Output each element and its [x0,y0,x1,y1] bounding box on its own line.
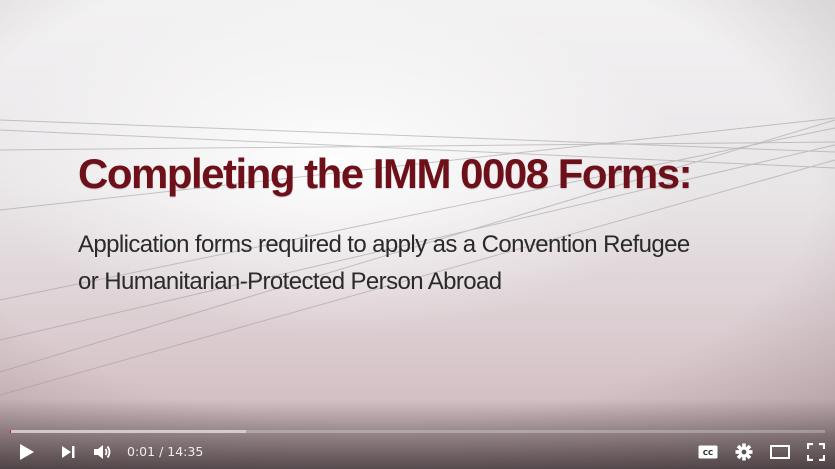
time-separator: / [159,444,164,459]
progress-played [10,430,11,433]
time-display: 0:01 / 14:35 [127,444,203,459]
volume-icon [93,444,113,460]
current-time: 0:01 [127,444,156,459]
mute-button[interactable] [91,440,115,464]
play-button[interactable] [14,440,40,464]
theater-mode-button[interactable] [767,440,793,464]
progress-bar[interactable] [10,430,825,433]
subtitle-line-1: Application forms required to apply as a… [78,231,690,258]
slide-subtitle: Application forms required to apply as a… [78,226,690,300]
settings-button[interactable] [732,440,756,464]
fullscreen-icon [807,443,825,461]
next-icon [61,445,75,459]
theater-mode-icon [770,445,790,459]
play-icon [19,443,35,461]
captions-icon: CC [698,445,718,459]
captions-button[interactable]: CC [696,440,720,464]
subtitle-line-2: or Humanitarian-Protected Person Abroad [78,268,502,295]
fullscreen-button[interactable] [804,440,828,464]
settings-icon [735,443,753,461]
progress-loaded [10,430,247,433]
svg-text:CC: CC [703,449,713,457]
duration: 14:35 [167,444,204,459]
slide-title: Completing the IMM 0008 Forms: [78,150,693,197]
next-button[interactable] [56,440,80,464]
